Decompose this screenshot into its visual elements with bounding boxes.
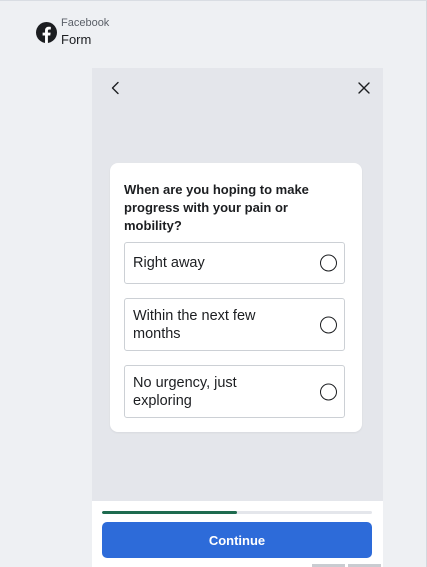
facebook-logo-icon bbox=[36, 21, 57, 43]
continue-button[interactable]: Continue bbox=[102, 522, 372, 558]
header-text: Facebook Form bbox=[61, 17, 110, 47]
chevron-left-icon bbox=[111, 81, 119, 95]
back-button[interactable] bbox=[106, 78, 126, 98]
header: Facebook Form bbox=[36, 18, 109, 46]
progress-bar bbox=[102, 511, 372, 514]
progress-fill bbox=[102, 511, 237, 514]
radio-button[interactable] bbox=[320, 383, 337, 400]
app-name: Facebook bbox=[61, 17, 110, 29]
radio-button[interactable] bbox=[320, 316, 337, 333]
close-icon bbox=[358, 82, 370, 94]
lead-form-preview: When are you hoping to make progress wit… bbox=[92, 68, 383, 567]
form-preview-page: Facebook Form When are you hoping to mak… bbox=[0, 0, 427, 567]
form-subtitle: Form bbox=[61, 32, 92, 47]
option-no-urgency[interactable]: No urgency, just exploring bbox=[124, 365, 345, 418]
question-card: When are you hoping to make progress wit… bbox=[110, 163, 362, 432]
close-button[interactable] bbox=[354, 78, 374, 98]
question-text: When are you hoping to make progress wit… bbox=[124, 182, 309, 233]
option-right-away[interactable]: Right away bbox=[124, 242, 345, 284]
form-footer: Continue bbox=[92, 500, 383, 567]
radio-button[interactable] bbox=[320, 254, 337, 272]
option-within-few-months[interactable]: Within the next few months bbox=[124, 298, 345, 351]
option-label: No urgency, just exploring bbox=[133, 374, 237, 409]
top-divider bbox=[0, 0, 427, 1]
option-label: Within the next few months bbox=[133, 307, 256, 342]
option-label: Right away bbox=[133, 255, 205, 271]
